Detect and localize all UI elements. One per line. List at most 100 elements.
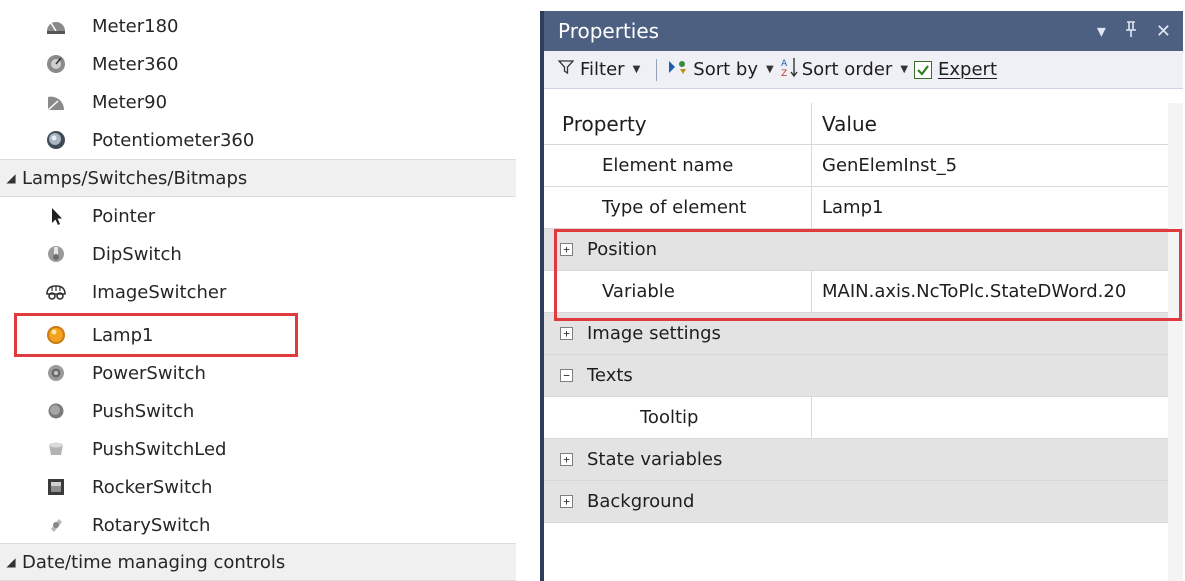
category-label: State variables (587, 449, 723, 470)
category-row-image-settings[interactable]: + Image settings (544, 313, 1168, 355)
category-value (812, 481, 1168, 522)
expand-plus-icon[interactable]: + (560, 243, 573, 256)
close-icon[interactable]: ✕ (1156, 21, 1171, 42)
potentiometer-icon (44, 128, 68, 152)
toolbox-item-pointer[interactable]: Pointer (0, 197, 516, 235)
category-cell: + Image settings (544, 313, 812, 354)
sort-az-icon: AZ (780, 56, 800, 83)
toolbox-item-meter180[interactable]: Meter180 (0, 7, 516, 45)
collapse-triangle-icon[interactable]: ◢ (4, 171, 18, 185)
toolbox-item-lamp1[interactable]: Lamp1 (0, 316, 516, 354)
toolbox-item-label: Meter90 (92, 91, 168, 113)
property-name: Type of element (544, 187, 812, 228)
pin-icon[interactable] (1124, 20, 1138, 43)
toolbox-group-date-time-controls[interactable]: ◢ Date/time managing controls (0, 543, 516, 581)
category-label: Texts (587, 365, 633, 386)
toolbox-item-label: PushSwitchLed (92, 438, 227, 460)
properties-title-bar: Properties ▾ ✕ (544, 11, 1183, 51)
imageswitcher-icon (44, 280, 68, 304)
property-column-header[interactable]: Property (544, 103, 812, 144)
sort-order-label: Sort order (801, 59, 893, 80)
vertical-scrollbar[interactable] (1168, 103, 1183, 581)
toolbox-group-label: Date/time managing controls (22, 551, 286, 573)
toolbox-item-potentiometer360[interactable]: Potentiometer360 (0, 121, 516, 159)
toolbox-item-powerswitch[interactable]: PowerSwitch (0, 354, 516, 392)
toolbox-item-rockerswitch[interactable]: RockerSwitch (0, 468, 516, 506)
toolbox-item-label: Potentiometer360 (92, 129, 255, 151)
property-value[interactable]: Lamp1 (812, 187, 1168, 228)
property-row-variable[interactable]: Variable MAIN.axis.NcToPlc.StateDWord.20 (544, 271, 1168, 313)
sort-by-label: Sort by (693, 59, 758, 80)
toolbox-item-dipswitch[interactable]: DipSwitch (0, 235, 516, 273)
collapse-triangle-icon[interactable]: ◢ (4, 555, 18, 569)
category-row-position[interactable]: + Position (544, 229, 1168, 271)
property-value[interactable] (812, 397, 1168, 438)
properties-title: Properties (558, 19, 660, 43)
filter-label: Filter (580, 59, 625, 80)
chevron-down-icon: ▼ (632, 64, 641, 75)
toolbox-group-lamps-switches-bitmaps[interactable]: ◢ Lamps/Switches/Bitmaps (0, 159, 516, 197)
properties-toolbar: Filter ▼ Sort by ▼ AZ Sort order ▼ Exper… (544, 51, 1183, 89)
category-value (812, 439, 1168, 480)
toolbar-separator (656, 58, 658, 81)
category-label: Background (587, 491, 695, 512)
expand-plus-icon[interactable]: + (560, 495, 573, 508)
category-row-texts[interactable]: − Texts (544, 355, 1168, 397)
category-row-state-variables[interactable]: + State variables (544, 439, 1168, 481)
sort-order-button[interactable]: AZ Sort order ▼ (780, 56, 914, 83)
properties-panel: Properties ▾ ✕ Filter ▼ Sort by ▼ A Z So… (540, 11, 1183, 581)
expand-plus-icon[interactable]: + (560, 453, 573, 466)
toolbox-panel: Meter180 Meter360 Meter90 Potentiometer3… (0, 0, 516, 581)
property-value[interactable]: MAIN.axis.NcToPlc.StateDWord.20 (812, 271, 1168, 312)
category-label: Image settings (587, 323, 721, 344)
toolbox-item-label: RockerSwitch (92, 476, 213, 498)
filter-button[interactable]: Filter ▼ (557, 59, 646, 80)
toolbox-item-label: Meter360 (92, 53, 179, 75)
property-row-type-of-element[interactable]: Type of element Lamp1 (544, 187, 1168, 229)
expert-checkbox[interactable] (914, 60, 933, 79)
sort-by-icon (667, 58, 689, 81)
toolbox-item-label: DipSwitch (92, 243, 182, 265)
category-label: Position (587, 239, 658, 260)
dipswitch-icon (44, 242, 68, 266)
dropdown-arrow-icon[interactable]: ▾ (1097, 21, 1106, 42)
pointer-icon (44, 204, 68, 228)
sort-by-button[interactable]: Sort by ▼ (667, 58, 779, 81)
category-cell: + State variables (544, 439, 812, 480)
toolbox-item-label: Meter180 (92, 15, 179, 37)
property-row-element-name[interactable]: Element name GenElemInst_5 (544, 145, 1168, 187)
category-row-background[interactable]: + Background (544, 481, 1168, 523)
toolbox-item-label: PowerSwitch (92, 362, 206, 384)
category-cell: + Background (544, 481, 812, 522)
category-value (812, 229, 1168, 270)
toolbox-item-meter360[interactable]: Meter360 (0, 45, 516, 83)
powerswitch-icon (44, 361, 68, 385)
property-name: Variable (544, 271, 812, 312)
pushswitchled-icon (44, 437, 68, 461)
category-value (812, 355, 1168, 396)
rotaryswitch-icon (44, 513, 68, 537)
expert-toggle[interactable]: Expert (914, 59, 997, 80)
category-cell: − Texts (544, 355, 812, 396)
meter180-icon (44, 14, 68, 38)
value-column-header[interactable]: Value (812, 103, 1168, 144)
meter360-icon (44, 52, 68, 76)
toolbox-group-label: Lamps/Switches/Bitmaps (22, 167, 248, 189)
property-row-tooltip[interactable]: Tooltip (544, 397, 1168, 439)
expand-plus-icon[interactable]: + (560, 327, 573, 340)
property-value[interactable]: GenElemInst_5 (812, 145, 1168, 186)
grid-header: Property Value (544, 103, 1168, 145)
toolbox-item-pushswitchled[interactable]: PushSwitchLed (0, 430, 516, 468)
toolbox-item-pushswitch[interactable]: PushSwitch (0, 392, 516, 430)
collapse-minus-icon[interactable]: − (560, 369, 573, 382)
toolbox-item-imageswitcher[interactable]: ImageSwitcher (0, 273, 516, 311)
meter90-icon (44, 90, 68, 114)
rockerswitch-icon (44, 475, 68, 499)
toolbox-item-label: RotarySwitch (92, 514, 211, 536)
toolbox-item-label: PushSwitch (92, 400, 195, 422)
toolbox-item-meter90[interactable]: Meter90 (0, 83, 516, 121)
property-name: Tooltip (544, 397, 812, 438)
toolbox-item-rotaryswitch[interactable]: RotarySwitch (0, 506, 516, 544)
property-name: Element name (544, 145, 812, 186)
toolbox-item-label: Lamp1 (92, 324, 154, 346)
